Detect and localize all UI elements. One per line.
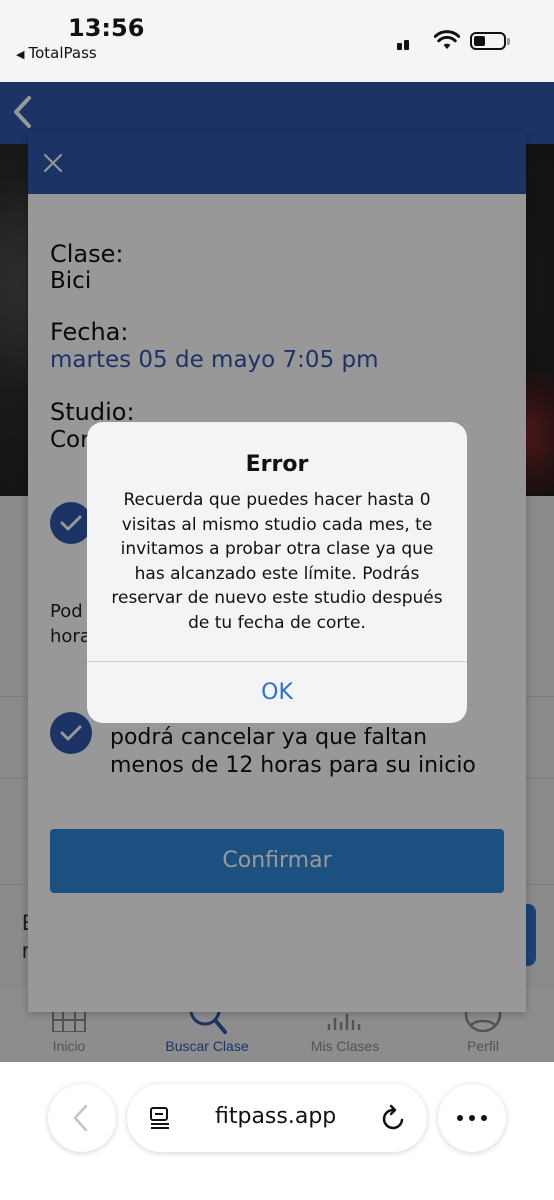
url-text: fitpass.app — [215, 1104, 337, 1129]
error-alert-dialog: Error Recuerda que puedes hacer hasta 0 … — [87, 422, 467, 723]
browser-more-button[interactable] — [438, 1084, 506, 1152]
alert-title: Error — [245, 452, 309, 477]
status-bar: 13:56 ◀ TotalPass — [0, 0, 554, 132]
more-dots-icon — [457, 1115, 487, 1121]
back-triangle-icon: ◀ — [16, 48, 25, 61]
browser-toolbar: fitpass.app — [0, 1062, 554, 1200]
browser-back-button[interactable] — [48, 1084, 116, 1152]
alert-message: Recuerda que puedes hacer hasta 0 visita… — [111, 490, 443, 633]
ok-button[interactable]: OK — [87, 662, 467, 723]
address-bar[interactable]: fitpass.app — [127, 1084, 427, 1152]
status-time: 13:56 — [68, 14, 145, 42]
battery-icon — [470, 32, 510, 50]
chevron-left-icon — [73, 1104, 88, 1132]
reader-mode-icon — [150, 1107, 169, 1129]
wifi-icon — [434, 30, 460, 49]
reload-icon[interactable] — [381, 1104, 407, 1132]
cellular-signal-icon — [397, 32, 427, 132]
back-to-app-link[interactable]: ◀ TotalPass — [16, 44, 97, 62]
back-app-label: TotalPass — [28, 44, 97, 62]
